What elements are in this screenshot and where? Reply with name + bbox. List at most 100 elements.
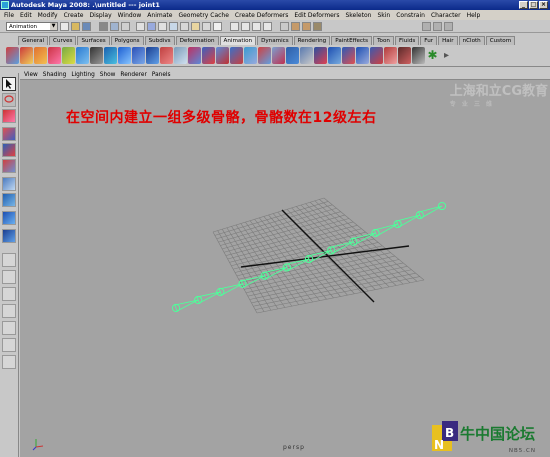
mask-surfaces-icon[interactable] (169, 21, 178, 31)
tab-toon[interactable]: Toon (373, 36, 394, 45)
select-tool-icon[interactable] (2, 77, 16, 91)
select-component-icon[interactable] (121, 21, 130, 31)
point-constraint-icon[interactable] (244, 47, 257, 64)
menu-window[interactable]: Window (118, 12, 142, 19)
select-object-icon[interactable] (110, 21, 119, 31)
panel-menu-shading[interactable]: Shading (43, 72, 67, 78)
channel-box-icon[interactable] (422, 21, 431, 31)
menu-display[interactable]: Display (90, 12, 112, 19)
mask-dynamics-icon[interactable] (191, 21, 200, 31)
move-icon[interactable] (2, 127, 16, 141)
new-scene-icon[interactable] (60, 21, 69, 31)
layout-single-icon[interactable] (2, 253, 16, 267)
tab-surfaces[interactable]: Surfaces (77, 36, 110, 45)
ik-spline-icon[interactable] (146, 47, 159, 64)
orient-constraint-icon[interactable] (272, 47, 285, 64)
perspective-viewport[interactable]: 上海和立CG教育 专 业 三 维 在空间内建立一组多级骨骼，骨骼数在12级左右 … (20, 80, 550, 457)
aim-constraint-icon[interactable] (258, 47, 271, 64)
layout-trax-icon[interactable] (2, 355, 16, 369)
mask-rendering-icon[interactable] (202, 21, 211, 31)
skeleton-pose-icon[interactable] (328, 47, 341, 64)
snap-curve-icon[interactable] (241, 21, 250, 31)
render-settings-icon[interactable] (313, 21, 322, 31)
layout-four-icon[interactable] (2, 270, 16, 284)
tab-ncloth[interactable]: nCloth (458, 36, 485, 45)
mask-handles-icon[interactable] (136, 21, 145, 31)
panel-menu-show[interactable]: Show (100, 72, 116, 78)
key-rotate-icon[interactable] (34, 47, 47, 64)
panel-menu-panels[interactable]: Panels (152, 72, 171, 78)
soft-mod-icon[interactable] (2, 193, 16, 207)
menu-create[interactable]: Create (64, 12, 84, 19)
maximize-button[interactable]: □ (529, 1, 538, 9)
tab-painteffects[interactable]: PaintEffects (331, 36, 373, 45)
wrap-deformer-icon[interactable] (216, 47, 229, 64)
menu-edit-deformers[interactable]: Edit Deformers (294, 12, 339, 19)
cluster-icon[interactable] (188, 47, 201, 64)
character-set-icon[interactable] (314, 47, 327, 64)
attribute-editor-icon[interactable] (433, 21, 442, 31)
open-scene-icon[interactable] (71, 21, 80, 31)
panel-menu-renderer[interactable]: Renderer (120, 72, 146, 78)
blend-shape-icon[interactable] (230, 47, 243, 64)
tab-deformation[interactable]: Deformation (175, 36, 219, 45)
menu-modify[interactable]: Modify (38, 12, 58, 19)
joint-tool-icon[interactable] (2, 211, 16, 225)
tab-custom[interactable]: Custom (485, 36, 516, 45)
menu-skeleton[interactable]: Skeleton (345, 12, 371, 19)
menu-constrain[interactable]: Constrain (396, 12, 425, 19)
select-hierarchy-icon[interactable] (99, 21, 108, 31)
scale-icon[interactable] (2, 159, 16, 173)
mask-misc-icon[interactable] (213, 21, 222, 31)
tab-general[interactable]: General (18, 36, 49, 45)
clip-editor-icon[interactable] (398, 47, 411, 64)
tab-curves[interactable]: Curves (49, 36, 77, 45)
menu-skin[interactable]: Skin (377, 12, 390, 19)
manipulator-icon[interactable] (2, 177, 16, 191)
tab-animation[interactable]: Animation (219, 36, 257, 45)
tab-subdivs[interactable]: Subdivs (144, 36, 175, 45)
lasso-icon[interactable] (2, 93, 16, 107)
show-manipulator-icon[interactable] (2, 229, 16, 243)
lattice-icon[interactable] (202, 47, 215, 64)
menu-help[interactable]: Help (467, 12, 481, 19)
tab-dynamics[interactable]: Dynamics (257, 36, 293, 45)
snap-grid-icon[interactable] (230, 21, 239, 31)
trax-editor-icon[interactable] (90, 47, 103, 64)
ipr-render-icon[interactable] (302, 21, 311, 31)
mask-joints-icon[interactable] (147, 21, 156, 31)
jiggle-deformer-icon[interactable] (384, 47, 397, 64)
shelf-menu-icon[interactable]: ▸ (440, 47, 453, 64)
mask-deformations-icon[interactable] (180, 21, 189, 31)
dope-sheet-icon[interactable] (76, 47, 89, 64)
minimize-button[interactable]: _ (519, 1, 528, 9)
menu-animate[interactable]: Animate (147, 12, 172, 19)
key-translate-icon[interactable] (20, 47, 33, 64)
layout-hypershade-icon[interactable] (2, 304, 16, 318)
outliner-icon[interactable] (2, 321, 16, 335)
menu-geometry-cache[interactable]: Geometry Cache (178, 12, 228, 19)
tab-fur[interactable]: Fur (420, 36, 438, 45)
menu-set-dropdown[interactable]: Animation ▼ (6, 21, 58, 31)
snap-point-icon[interactable] (252, 21, 261, 31)
menu-file[interactable]: File (4, 12, 14, 19)
bind-skin-icon[interactable] (160, 47, 173, 64)
layout-persp-graph-icon[interactable] (2, 287, 16, 301)
rotate-icon[interactable] (2, 143, 16, 157)
history-icon[interactable] (280, 21, 289, 31)
motion-path-icon[interactable] (104, 47, 117, 64)
graph-editor-icon[interactable] (62, 47, 75, 64)
snap-plane-icon[interactable] (263, 21, 272, 31)
tool-settings-icon[interactable] (444, 21, 453, 31)
joint-tool-shelf-icon[interactable] (118, 47, 131, 64)
mask-curves-icon[interactable] (158, 21, 167, 31)
pole-vector-icon[interactable] (300, 47, 313, 64)
sculpt-deformer-icon[interactable] (370, 47, 383, 64)
expression-editor-icon[interactable] (412, 47, 425, 64)
key-scale-icon[interactable] (48, 47, 61, 64)
parent-constraint-icon[interactable] (286, 47, 299, 64)
paint-weights-icon[interactable] (174, 47, 187, 64)
menu-character[interactable]: Character (431, 12, 461, 19)
layout-graph-editor-icon[interactable] (2, 338, 16, 352)
render-frame-icon[interactable] (291, 21, 300, 31)
